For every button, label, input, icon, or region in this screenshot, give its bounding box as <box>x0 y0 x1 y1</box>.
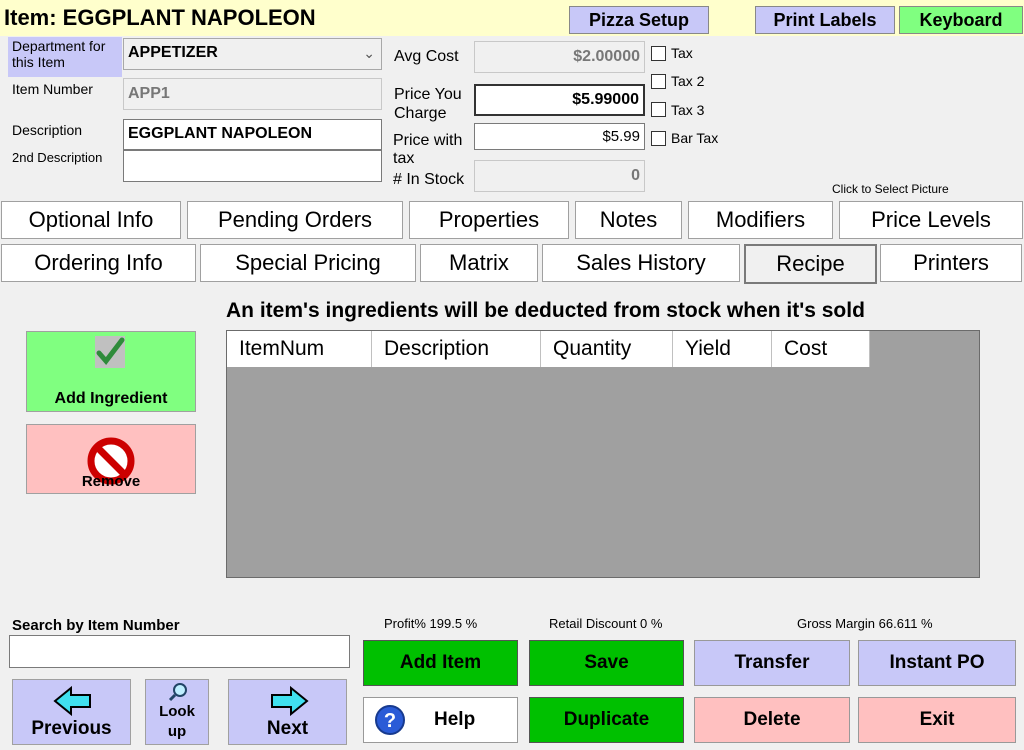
help-button[interactable]: ? Help <box>363 697 518 743</box>
tax3-checkbox[interactable] <box>651 102 666 117</box>
svg-text:?: ? <box>384 710 396 732</box>
in-stock-field[interactable]: 0 <box>474 160 645 192</box>
tab-recipe[interactable]: Recipe <box>744 244 877 284</box>
price-label: Price You Charge <box>394 86 462 122</box>
arrow-right-icon <box>269 685 309 721</box>
remove-ingredient-button[interactable]: Remove <box>26 424 196 494</box>
bar-tax-label: Bar Tax <box>671 130 719 146</box>
page-title: Item: EGGPLANT NAPOLEON <box>4 5 316 30</box>
lookup-button[interactable]: Look up <box>145 679 209 745</box>
previous-button[interactable]: Previous <box>12 679 131 745</box>
tab-modifiers[interactable]: Modifiers <box>688 201 833 239</box>
tax2-label: Tax 2 <box>671 73 705 89</box>
add-ingredient-button[interactable]: Add Ingredient <box>26 331 196 412</box>
price-field[interactable]: $5.99000 <box>474 84 645 116</box>
help-icon: ? <box>374 704 406 750</box>
tax-label: Tax <box>671 45 693 61</box>
tax3-label: Tax 3 <box>671 102 705 118</box>
bar-tax-checkbox[interactable] <box>651 131 666 146</box>
search-input[interactable] <box>9 635 350 668</box>
pizza-setup-button[interactable]: Pizza Setup <box>569 6 709 34</box>
in-stock-label: # In Stock <box>393 171 465 188</box>
tab-notes[interactable]: Notes <box>575 201 682 239</box>
tab-printers[interactable]: Printers <box>880 244 1022 282</box>
add-item-button[interactable]: Add Item <box>363 640 518 686</box>
recipe-heading: An item's ingredients will be deducted f… <box>226 299 865 322</box>
column-header-yield[interactable]: Yield <box>673 331 772 367</box>
department-value: APPETIZER <box>128 44 218 61</box>
remove-label: Remove <box>81 473 141 490</box>
item-number-label: Item Number <box>12 81 93 97</box>
tab-sales-history[interactable]: Sales History <box>542 244 740 282</box>
lookup-label: Look up <box>159 703 195 740</box>
column-header-quantity[interactable]: Quantity <box>541 331 673 367</box>
avg-cost-label: Avg Cost <box>394 48 459 65</box>
price-tax-label: Price with tax <box>393 132 463 167</box>
tab-pending-orders[interactable]: Pending Orders <box>187 201 403 239</box>
tab-ordering-info[interactable]: Ordering Info <box>1 244 196 282</box>
duplicate-button[interactable]: Duplicate <box>529 697 684 743</box>
tab-price-levels[interactable]: Price Levels <box>839 201 1023 239</box>
item-number-field[interactable]: APP1 <box>123 78 382 110</box>
tab-matrix[interactable]: Matrix <box>420 244 538 282</box>
keyboard-button[interactable]: Keyboard <box>899 6 1023 34</box>
transfer-button[interactable]: Transfer <box>694 640 850 686</box>
checkmark-icon <box>95 336 125 368</box>
price-tax-field[interactable]: $5.99 <box>474 123 645 150</box>
instant-po-button[interactable]: Instant PO <box>858 640 1016 686</box>
column-header-description[interactable]: Description <box>372 331 541 367</box>
tab-optional-info[interactable]: Optional Info <box>1 201 181 239</box>
search-label: Search by Item Number <box>12 617 180 634</box>
gross-margin-text: Gross Margin 66.611 % <box>797 616 933 631</box>
chevron-down-icon: ⌄ <box>363 45 375 61</box>
add-ingredient-label: Add Ingredient <box>54 390 168 407</box>
profit-text: Profit% 199.5 % <box>384 616 478 631</box>
description2-label: 2nd Description <box>12 150 103 165</box>
previous-label: Previous <box>31 718 112 739</box>
tab-properties[interactable]: Properties <box>409 201 569 239</box>
retail-discount-text: Retail Discount 0 % <box>549 616 663 631</box>
column-header-itemnum[interactable]: ItemNum <box>227 331 372 367</box>
tax2-checkbox[interactable] <box>651 74 666 89</box>
department-select[interactable]: APPETIZER ⌄ <box>123 38 382 70</box>
delete-button[interactable]: Delete <box>694 697 850 743</box>
arrow-left-icon <box>53 685 93 721</box>
help-label: Help <box>434 709 476 730</box>
description2-field[interactable] <box>123 150 382 182</box>
tax-checkbox[interactable] <box>651 46 666 61</box>
picture-hint[interactable]: Click to Select Picture <box>832 182 949 196</box>
ingredients-grid[interactable]: ItemNum Description Quantity Yield Cost <box>226 330 980 578</box>
print-labels-button[interactable]: Print Labels <box>755 6 895 34</box>
avg-cost-field[interactable]: $2.00000 <box>474 41 645 73</box>
save-button[interactable]: Save <box>529 640 684 686</box>
column-header-cost[interactable]: Cost <box>772 331 870 367</box>
department-label: Department for this Item <box>8 37 122 77</box>
exit-button[interactable]: Exit <box>858 697 1016 743</box>
description-label: Description <box>12 122 83 138</box>
description-field[interactable]: EGGPLANT NAPOLEON <box>123 119 382 150</box>
next-button[interactable]: Next <box>228 679 347 745</box>
tab-special-pricing[interactable]: Special Pricing <box>200 244 416 282</box>
next-label: Next <box>266 718 309 739</box>
